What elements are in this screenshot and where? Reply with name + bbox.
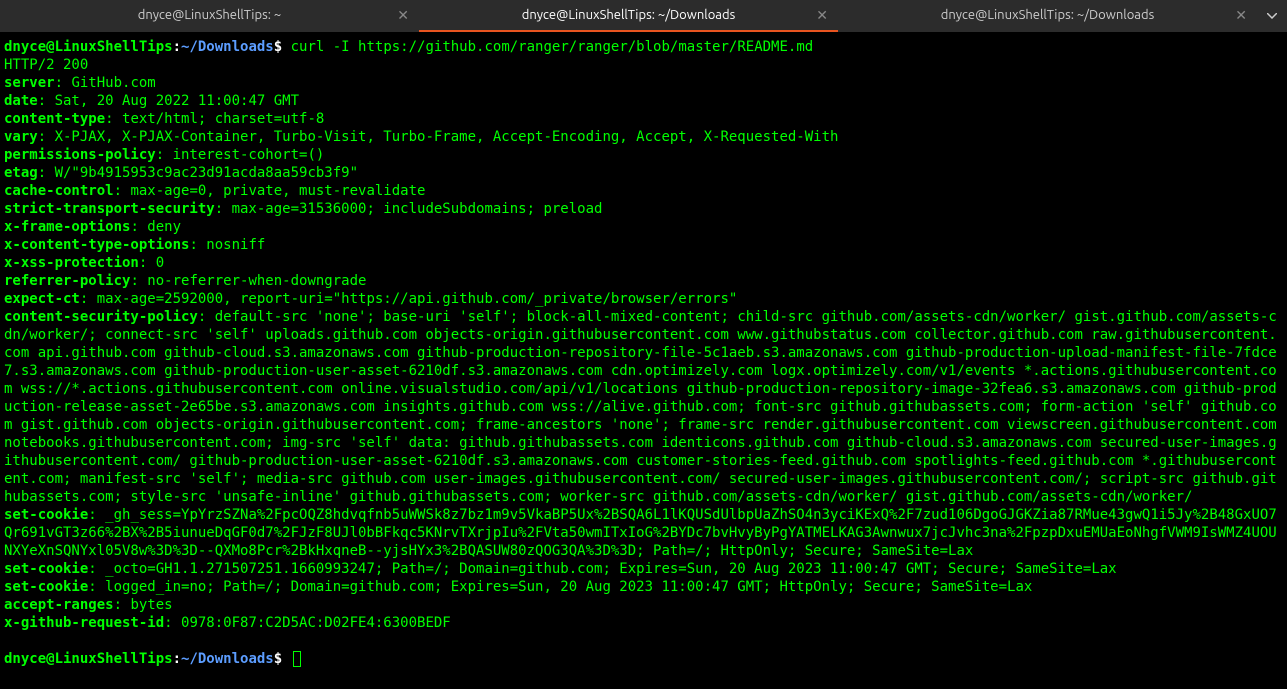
header-key: referrer-policy [4,273,130,289]
header-colon: : [164,615,181,631]
header-key: permissions-policy [4,147,156,163]
header-value: max-age=0, private, must-revalidate [130,183,425,199]
header-value: _gh_sess=YpYrzSZNa%2FpcOQZ8hdvqfnb5uWWSk… [4,507,1277,559]
terminal-output[interactable]: dnyce@LinuxShellTips:~/Downloads$ curl -… [0,32,1287,672]
header-key: server [4,75,55,91]
tab-label: dnyce@LinuxShellTips: ~/Downloads [522,6,735,24]
header-value: no-referrer-when-downgrade [147,273,366,289]
header-key: set-cookie [4,579,88,595]
header-key: expect-ct [4,291,80,307]
header-value: 0 [156,255,164,271]
header-value: default-src 'none'; base-uri 'self'; blo… [4,309,1285,505]
prompt-path: ~/Downloads [181,39,274,55]
header-colon: : [198,309,215,325]
header-value: X-PJAX, X-PJAX-Container, Turbo-Visit, T… [55,129,839,145]
close-icon[interactable]: ✕ [397,6,409,24]
header-key: content-type [4,111,105,127]
command-text: curl -I https://github.com/ranger/ranger… [291,39,814,55]
header-key: x-frame-options [4,219,130,235]
header-key: content-security-policy [4,309,198,325]
header-colon: : [88,579,105,595]
header-value: 0978:0F87:C2D5AC:D02FE4:6300BEDF [181,615,451,631]
header-colon: : [80,291,97,307]
header-key: set-cookie [4,507,88,523]
header-key: x-xss-protection [4,255,139,271]
header-colon: : [215,201,232,217]
header-colon: : [156,147,173,163]
header-colon: : [38,165,55,181]
header-colon: : [114,183,131,199]
prompt-colon: : [173,651,181,667]
header-value: deny [147,219,181,235]
header-key: x-content-type-options [4,237,189,253]
header-value: GitHub.com [71,75,155,91]
close-icon[interactable]: ✕ [816,6,828,24]
tab-0[interactable]: dnyce@LinuxShellTips: ~ ✕ [0,0,419,32]
tab-2[interactable]: dnyce@LinuxShellTips: ~/Downloads ✕ [838,0,1257,32]
header-value: max-age=2592000, report-uri="https://api… [97,291,738,307]
chevron-down-icon [1267,13,1277,19]
tab-label: dnyce@LinuxShellTips: ~ [138,6,281,24]
prompt-dollar: $ [274,39,282,55]
cursor [293,651,301,667]
header-value: logged_in=no; Path=/; Domain=github.com;… [105,579,1032,595]
tab-1[interactable]: dnyce@LinuxShellTips: ~/Downloads ✕ [419,0,838,32]
header-key: accept-ranges [4,597,114,613]
header-value: interest-cohort=() [173,147,325,163]
header-key: etag [4,165,38,181]
header-colon: : [55,75,72,91]
header-value: Sat, 20 Aug 2022 11:00:47 GMT [55,93,299,109]
header-key: cache-control [4,183,114,199]
header-colon: : [38,129,55,145]
window-menu-caret[interactable] [1257,0,1287,32]
header-value: W/"9b4915953c9ac23d91acda8aa59cb3f9" [55,165,358,181]
header-value: bytes [130,597,172,613]
prompt-colon: : [173,39,181,55]
header-value: text/html; charset=utf-8 [122,111,324,127]
header-value: nosniff [206,237,265,253]
titlebar: dnyce@LinuxShellTips: ~✕dnyce@LinuxShell… [0,0,1287,32]
header-colon: : [130,273,147,289]
header-key: x-github-request-id [4,615,164,631]
header-key: strict-transport-security [4,201,215,217]
header-colon: : [130,219,147,235]
header-colon: : [88,561,105,577]
header-key: set-cookie [4,561,88,577]
header-colon: : [114,597,131,613]
header-colon: : [189,237,206,253]
header-colon: : [38,93,55,109]
entered-command [282,39,290,55]
http-status-line: HTTP/2 200 [4,57,88,73]
header-colon: : [139,255,156,271]
header-key: date [4,93,38,109]
header-colon: : [105,111,122,127]
header-key: vary [4,129,38,145]
close-icon[interactable]: ✕ [1235,6,1247,24]
header-colon: : [88,507,105,523]
header-value: _octo=GH1.1.271507251.1660993247; Path=/… [105,561,1116,577]
header-value: max-age=31536000; includeSubdomains; pre… [232,201,603,217]
prompt-dollar: $ [274,651,282,667]
prompt-path: ~/Downloads [181,651,274,667]
prompt-user: dnyce@LinuxShellTips [4,651,173,667]
prompt-user: dnyce@LinuxShellTips [4,39,173,55]
tab-label: dnyce@LinuxShellTips: ~/Downloads [941,6,1154,24]
